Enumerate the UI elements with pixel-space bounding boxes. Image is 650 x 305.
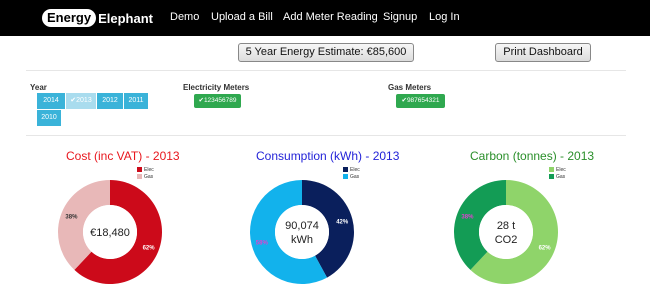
print-dashboard-button[interactable]: Print Dashboard: [495, 43, 591, 62]
consumption-center-value: 90,074: [285, 220, 319, 232]
top-navbar: Energy Elephant Demo Upload a Bill Add M…: [0, 0, 650, 36]
legend-swatch-elec: [343, 167, 348, 172]
gas-meter-button[interactable]: ✔987654321: [396, 94, 445, 108]
consumption-chart-title: Consumption (kWh) - 2013: [256, 149, 400, 163]
nav-link-login[interactable]: Log In: [429, 10, 460, 24]
legend-label-elec: Elec: [144, 166, 154, 173]
cost-chart-title: Cost (inc VAT) - 2013: [66, 149, 180, 163]
nav-link-signup[interactable]: Signup: [383, 10, 417, 24]
year-filter-label: Year: [30, 83, 47, 92]
cost-pct-elec-label: 62%: [143, 245, 156, 251]
consumption-center-unit: kWh: [291, 234, 313, 246]
carbon-center-unit: CO2: [495, 234, 518, 246]
legend-swatch-elec: [549, 167, 554, 172]
legend-swatch-elec: [137, 167, 142, 172]
nav-link-demo[interactable]: Demo: [170, 10, 199, 24]
carbon-pct-gas-label: 38%: [461, 215, 474, 221]
year-button-2011[interactable]: 2011: [124, 93, 148, 109]
legend-label-elec: Elec: [556, 166, 566, 173]
energy-estimate-button[interactable]: 5 Year Energy Estimate: €85,600: [238, 43, 414, 62]
consumption-pct-gas-label: 58%: [256, 240, 269, 246]
carbon-chart-title: Carbon (tonnes) - 2013: [470, 149, 595, 163]
cost-donut-chart: 62% 38% €18,480: [57, 180, 162, 284]
consumption-pct-elec-label: 42%: [336, 220, 349, 226]
cost-center-value: €18,480: [90, 227, 130, 239]
brand-logo-text: Elephant: [98, 10, 153, 26]
year-button-2014[interactable]: 2014: [37, 93, 65, 109]
year-button-2013[interactable]: ✔2013: [66, 93, 96, 109]
year-button-2010[interactable]: 2010: [37, 110, 61, 126]
divider: [26, 70, 626, 71]
nav-link-upload-bill[interactable]: Upload a Bill: [211, 10, 273, 24]
nav-link-add-meter-reading[interactable]: Add Meter Reading: [283, 10, 378, 24]
cost-pct-gas-label: 38%: [65, 215, 78, 221]
carbon-donut-chart: 62% 38% 28 t CO2: [454, 180, 558, 284]
gas-meters-label: Gas Meters: [388, 83, 432, 92]
carbon-pct-elec-label: 62%: [539, 245, 552, 251]
brand-logo-pill: Energy: [42, 9, 97, 27]
year-button-2012[interactable]: 2012: [97, 93, 123, 109]
donut-center-disc: [479, 205, 533, 259]
electricity-meters-label: Electricity Meters: [183, 83, 250, 92]
electricity-meter-button[interactable]: ✔123456789: [194, 94, 241, 108]
divider: [26, 135, 626, 136]
brand-logo[interactable]: Energy Elephant: [42, 9, 153, 27]
consumption-donut-chart: 42% 58% 90,074 kWh: [250, 180, 355, 284]
carbon-center-value: 28 t: [497, 220, 515, 232]
legend-label-elec: Elec: [350, 166, 360, 173]
donut-center-disc: [275, 205, 329, 259]
